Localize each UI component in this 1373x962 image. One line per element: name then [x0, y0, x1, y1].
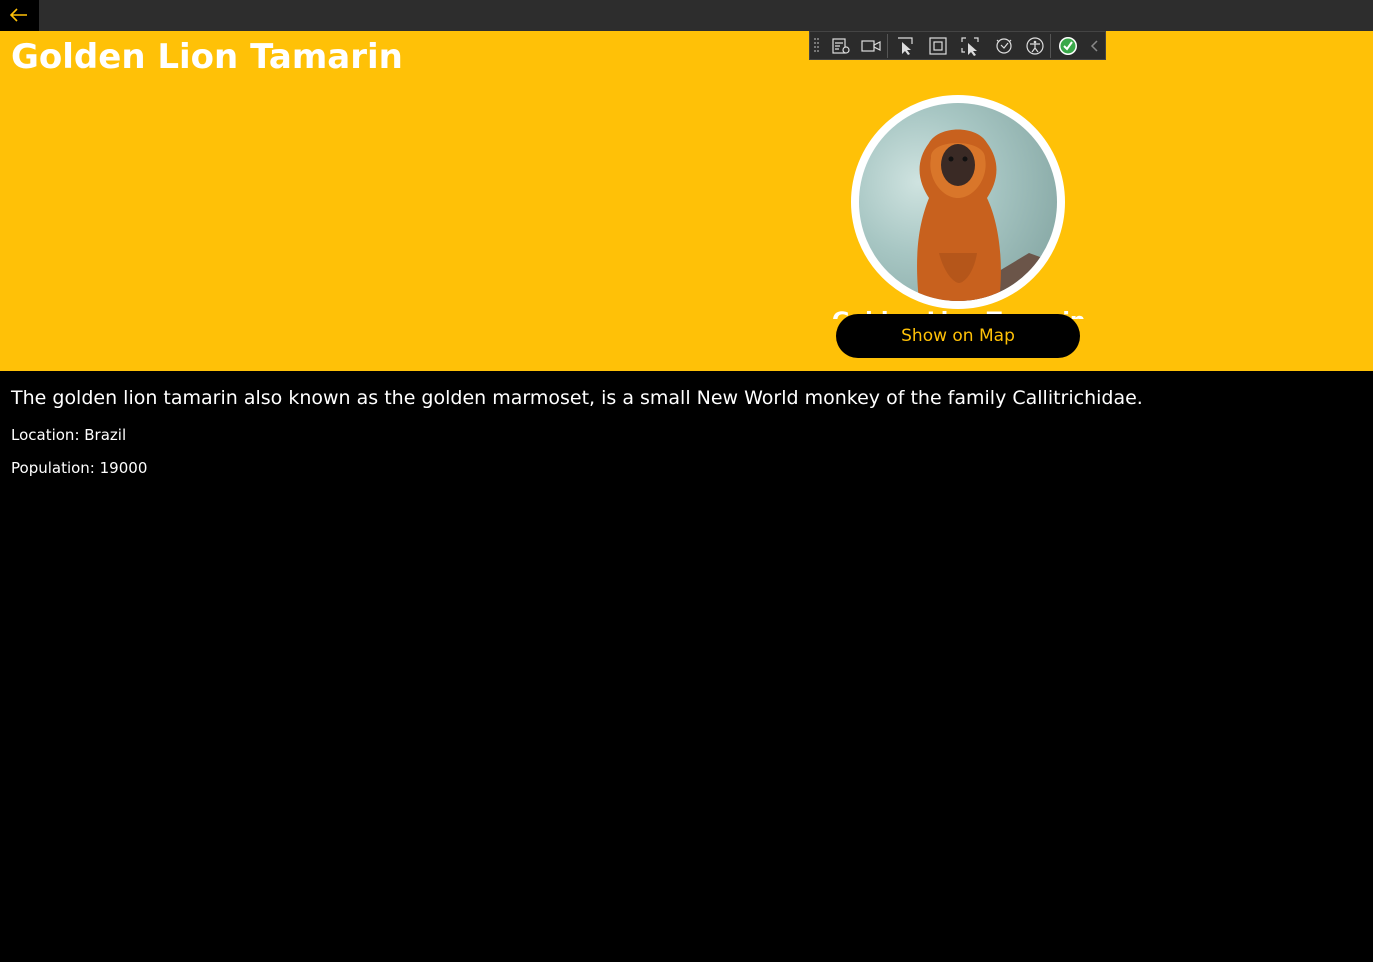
location-label: Location:	[11, 426, 85, 444]
animal-photo	[851, 95, 1065, 309]
visual-tree-icon	[832, 38, 850, 54]
track-focus-button[interactable]	[958, 35, 982, 57]
toolbar-separator	[1050, 34, 1051, 58]
collapse-toolbar-button[interactable]	[1086, 35, 1102, 57]
header-band: Golden Lion Tamarin	[0, 31, 1373, 371]
show-on-map-button[interactable]: Show on Map	[836, 314, 1080, 358]
page-title: Golden Lion Tamarin	[11, 37, 403, 77]
layout-adorners-button[interactable]	[926, 35, 950, 57]
collapse-chevron-icon	[1090, 40, 1098, 52]
grip-icon[interactable]	[814, 38, 820, 54]
population-label: Population:	[11, 459, 100, 477]
arrow-left-icon	[10, 8, 27, 22]
select-element-button[interactable]	[894, 35, 918, 57]
check-circle-icon	[1059, 37, 1077, 55]
record-icon	[861, 40, 881, 52]
population-line: Population: 19000	[11, 458, 147, 478]
select-element-icon	[898, 37, 913, 55]
accessibility-button[interactable]	[1023, 35, 1047, 57]
location-value: Brazil	[84, 426, 127, 444]
hot-reload-icon	[996, 38, 1012, 54]
accessibility-icon	[1026, 37, 1044, 55]
track-focus-icon	[961, 37, 979, 56]
back-button[interactable]	[0, 0, 39, 31]
record-button[interactable]	[859, 35, 883, 57]
animal-photo-image	[859, 103, 1057, 301]
issues-button[interactable]	[1056, 35, 1080, 57]
hot-reload-button[interactable]	[992, 35, 1016, 57]
location-line: Location: Brazil	[11, 425, 126, 445]
population-value: 19000	[99, 459, 148, 477]
toolbar-separator	[887, 34, 888, 58]
debug-toolbar	[809, 31, 1106, 60]
title-bar	[0, 0, 1373, 31]
tamarin-illustration	[917, 129, 1057, 301]
display-layout-adorners-icon	[929, 37, 947, 55]
animal-description: The golden lion tamarin also known as th…	[11, 387, 1143, 409]
visual-tree-button[interactable]	[829, 35, 853, 57]
